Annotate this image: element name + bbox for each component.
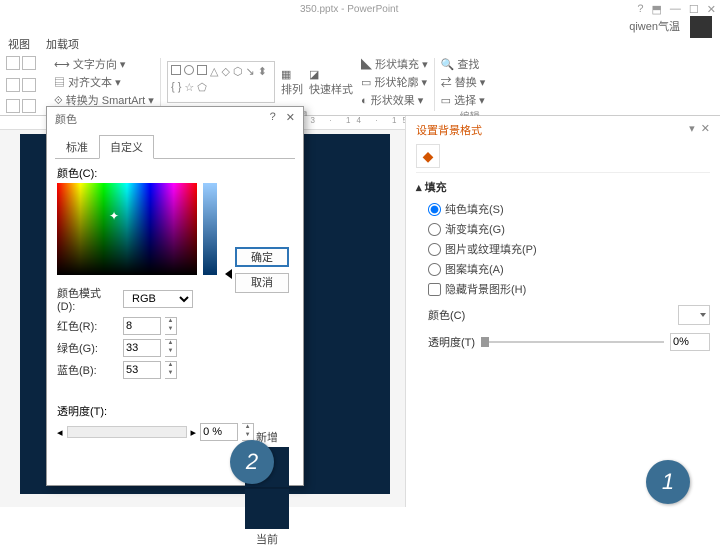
dlg-transparency-slider[interactable] — [67, 426, 187, 438]
green-label: 绿色(G): — [57, 340, 119, 356]
doc-title: 350.pptx - PowerPoint — [300, 4, 398, 15]
avatar[interactable] — [690, 16, 712, 38]
chevron-left-icon[interactable]: ◂ — [57, 426, 63, 439]
green-spinner[interactable]: ▲▼ — [165, 339, 177, 357]
close-icon[interactable]: ✕ — [707, 3, 716, 16]
menu-addins[interactable]: 加载项 — [46, 36, 79, 54]
opt-solid-fill[interactable]: 纯色填充(S) — [428, 201, 710, 217]
format-background-pane: 设置背景格式 ▾ ✕ ◆ ▴ 填充 纯色填充(S) 渐变填充(G) 图片或纹理填… — [405, 116, 720, 507]
numbering-icon[interactable] — [22, 56, 36, 70]
pane-title: 设置背景格式 — [416, 122, 482, 138]
shape-outline[interactable]: ▭ 形状轮廓 ▾ — [361, 74, 428, 90]
menu-view[interactable]: 视图 — [8, 36, 30, 54]
dlg-transparency-label: 透明度(T): — [57, 403, 293, 419]
current-color-swatch — [245, 489, 289, 529]
red-spinner[interactable]: ▲▼ — [165, 317, 177, 335]
red-input[interactable] — [123, 317, 161, 335]
indent-inc-icon[interactable] — [22, 78, 36, 92]
shape-effects[interactable]: ◐ 形状效果 ▾ — [361, 92, 428, 108]
red-label: 红色(R): — [57, 318, 119, 334]
text-direction[interactable]: ⟷ 文字方向 ▾ — [54, 56, 154, 72]
color-picker-button[interactable] — [678, 305, 710, 325]
arrange-button[interactable]: ▦排列 — [281, 68, 303, 97]
tab-standard[interactable]: 标准 — [55, 135, 99, 159]
current-label: 当前 — [245, 531, 289, 547]
select-button[interactable]: ▭ 选择 ▾ — [441, 92, 499, 108]
user-name[interactable]: qiwen气温 — [629, 21, 680, 33]
dialog-close-icon[interactable]: ✕ — [286, 111, 295, 127]
callout-1: 1 — [646, 460, 690, 504]
pane-close-icon[interactable]: ✕ — [701, 123, 710, 135]
columns-icon[interactable] — [22, 99, 36, 113]
align-icon[interactable] — [6, 99, 20, 113]
crosshair-icon: ✦ — [109, 209, 119, 223]
callout-2: 2 — [230, 440, 274, 484]
shapes-gallery[interactable]: △◇⬡ ↘⬍{}☆⬠ — [167, 61, 275, 103]
opt-picture-fill[interactable]: 图片或纹理填充(P) — [428, 241, 710, 257]
fill-tab-icon[interactable]: ◆ — [416, 144, 440, 168]
replace-button[interactable]: ⇄ 替换 ▾ — [441, 74, 499, 90]
tab-custom[interactable]: 自定义 — [99, 135, 154, 159]
luminance-bar[interactable] — [203, 183, 217, 275]
color-gradient[interactable]: ✦ — [57, 183, 197, 275]
blue-label: 蓝色(B): — [57, 362, 119, 378]
color-mode-select[interactable]: RGB — [123, 290, 193, 308]
dialog-title: 颜色 — [55, 111, 77, 127]
blue-input[interactable] — [123, 361, 161, 379]
align-text[interactable]: ▤ 对齐文本 ▾ — [54, 74, 154, 90]
blue-spinner[interactable]: ▲▼ — [165, 361, 177, 379]
opt-hide-bg[interactable]: 隐藏背景图形(H) — [428, 281, 710, 297]
chevron-right-icon[interactable]: ▸ — [191, 426, 197, 439]
transparency-input[interactable] — [670, 333, 710, 351]
color-label: 颜色(C) — [428, 307, 465, 323]
maximize-icon[interactable]: ☐ — [689, 3, 699, 16]
shape-fill[interactable]: ◣ 形状填充 ▾ — [361, 56, 428, 72]
luminance-pointer-icon[interactable] — [225, 269, 232, 279]
colors-label: 颜色(C): — [57, 165, 293, 181]
minimize-icon[interactable]: — — [670, 3, 681, 16]
find-button[interactable]: 🔍 查找 — [441, 56, 499, 72]
pane-menu-icon[interactable]: ▾ — [689, 123, 695, 135]
quickstyle-button[interactable]: ◪快速样式 — [309, 68, 353, 97]
dlg-transparency-input[interactable] — [200, 423, 238, 441]
color-dialog: 颜色 ?✕ 标准 自定义 确定 取消 颜色(C): ✦ 颜色模式(D): RGB… — [46, 106, 304, 486]
help-icon[interactable]: ? — [637, 3, 643, 16]
green-input[interactable] — [123, 339, 161, 357]
mode-label: 颜色模式(D): — [57, 285, 119, 313]
bullets-icon[interactable] — [6, 56, 20, 70]
opt-pattern-fill[interactable]: 图案填充(A) — [428, 261, 710, 277]
transparency-slider[interactable] — [481, 341, 664, 343]
ribbon-opts-icon[interactable]: ⬒ — [652, 3, 662, 16]
section-fill[interactable]: ▴ 填充 — [416, 179, 710, 195]
indent-dec-icon[interactable] — [6, 78, 20, 92]
dialog-help-icon[interactable]: ? — [270, 111, 276, 127]
transparency-label: 透明度(T) — [428, 334, 475, 350]
opt-gradient-fill[interactable]: 渐变填充(G) — [428, 221, 710, 237]
